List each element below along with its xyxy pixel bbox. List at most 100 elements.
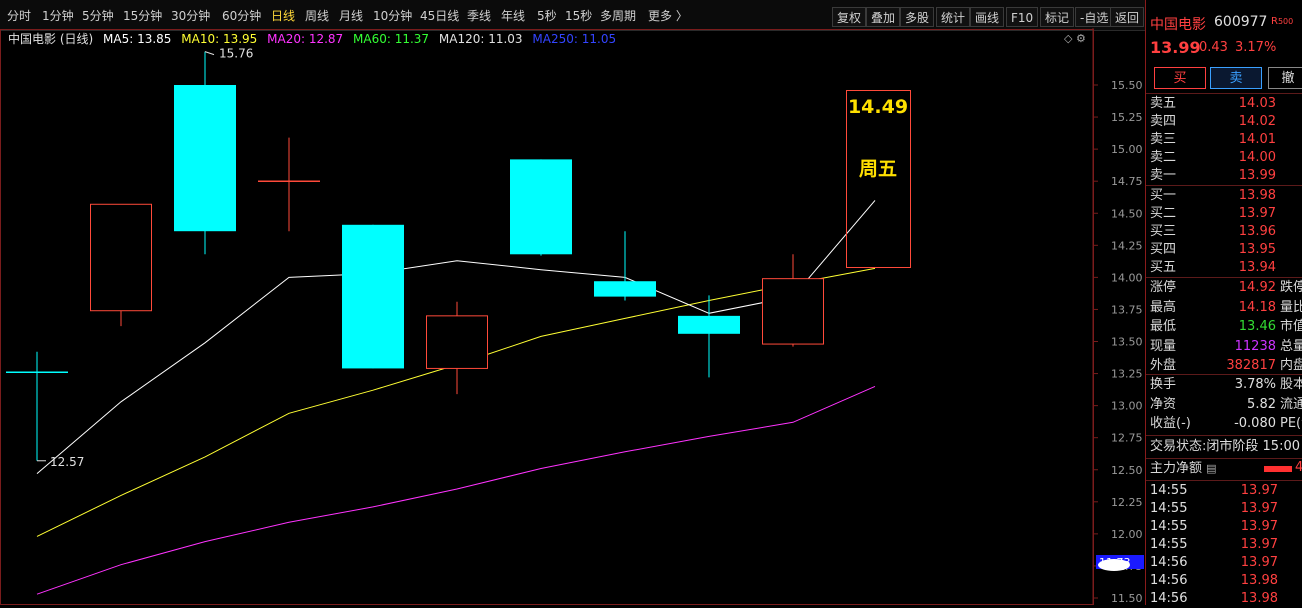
stats-button[interactable]: 统计 (936, 7, 971, 27)
bid-row-0-value: 13.98 (1238, 188, 1276, 203)
price-change-pct: 3.17% (1235, 40, 1277, 55)
candle-body (426, 315, 488, 369)
high-pointer (204, 51, 215, 56)
tab-multi-period[interactable]: 多周期 (600, 9, 636, 23)
stat-row-0-value: 14.92 (1238, 280, 1276, 295)
candle-body (762, 278, 824, 345)
y-tick-label: 13.25 (1111, 368, 1143, 381)
tab-1min[interactable]: 1分钟 (42, 9, 74, 23)
ask-row-1-value: 14.02 (1238, 114, 1276, 129)
bid-row-4-value: 13.94 (1238, 260, 1276, 275)
stat-label2-0: 跌停 (1280, 280, 1302, 295)
stock-name: 中国电影 (1150, 17, 1206, 33)
list-icon: ▤ (1206, 462, 1217, 475)
bid-row-1-value: 13.97 (1238, 206, 1276, 221)
y-tick-label: 14.25 (1111, 239, 1143, 252)
tick-row: 14:56 (1150, 555, 1188, 570)
tab-45day[interactable]: 45日线 (420, 9, 459, 23)
buy-button[interactable]: 买 (1154, 67, 1206, 89)
tick-price: 13.97 (1240, 519, 1278, 534)
sell-button[interactable]: 卖 (1210, 67, 1262, 89)
stat2-row-2-value: -0.080 (1234, 416, 1276, 431)
period-toolbar: 分时 1分钟 5分钟 15分钟 30分钟 60分钟 日线 周线 月线 10分钟 … (0, 0, 1145, 31)
y-tick-label: 12.25 (1111, 496, 1143, 509)
high-label: 15.76 (219, 47, 253, 61)
stat2-row-2: 收益(-) (1150, 416, 1191, 431)
stat-row-0: 涨停 (1150, 280, 1177, 295)
price-change: 0.43 (1199, 40, 1228, 55)
bid-row-0: 买一 (1150, 188, 1177, 203)
tab-daily[interactable]: 日线 (271, 9, 295, 23)
stat2-label2-1: 流通 (1280, 396, 1302, 412)
back-button[interactable]: 返回 (1110, 7, 1145, 27)
candlestick-chart[interactable]: 15.50 15.25 15.00 14.75 14.50 14.25 14.00 13.75… (0, 28, 1145, 605)
remove-watchlist-button[interactable]: -自选 (1075, 7, 1114, 27)
stat2-row-0-value: 3.78% (1234, 377, 1276, 392)
stat2-label2-0: 股本 (1280, 377, 1302, 392)
candle-body (594, 281, 656, 297)
draw-line-button[interactable]: 画线 (970, 7, 1005, 27)
y-tick-label: 14.75 (1111, 175, 1143, 188)
bid-row-1: 买二 (1150, 206, 1177, 221)
ask-row-0: 卖五 (1150, 96, 1177, 111)
stat-row-2: 最低 (1150, 319, 1177, 334)
candle-body (174, 85, 236, 232)
tab-30min[interactable]: 30分钟 (171, 9, 210, 23)
y-tick-label: 11.50 (1111, 592, 1143, 605)
stock-badge: R500 (1271, 16, 1294, 27)
tab-15min[interactable]: 15分钟 (123, 9, 162, 23)
trade-status: 交易状态:闭市阶段 15:00 (1150, 439, 1300, 454)
cancel-order-button[interactable]: 撤 (1268, 67, 1302, 89)
ask-row-0-value: 14.03 (1238, 96, 1276, 111)
quote-panel: 中国电影 600977 R500 13.99 0.43 3.17% 买 卖 撤 … (1145, 0, 1302, 606)
ask-row-4-value: 13.99 (1238, 168, 1276, 183)
tick-row: 14:56 (1150, 573, 1188, 588)
bid-row-2: 买三 (1150, 224, 1177, 239)
y-tick-label: 15.25 (1111, 111, 1143, 124)
tab-monthly[interactable]: 月线 (339, 9, 363, 23)
stat-row-4-value: 382817 (1226, 358, 1276, 373)
tab-5sec[interactable]: 5秒 (537, 9, 557, 23)
stat-row-4: 外盘 (1150, 358, 1177, 373)
multi-stock-button[interactable]: 多股 (900, 7, 935, 27)
tick-price: 13.98 (1240, 573, 1278, 588)
last-price: 13.99 (1150, 38, 1201, 57)
chart-settings-icon[interactable]: ◇ ⚙ (1064, 32, 1086, 45)
bid-row-3: 买四 (1150, 242, 1177, 257)
tab-fenshi[interactable]: 分时 (7, 9, 31, 23)
main-flow-row: 主力净额 ▤ (1150, 461, 1217, 476)
stat-row-3-value: 11238 (1234, 338, 1276, 354)
tab-yearly[interactable]: 年线 (501, 9, 525, 23)
tab-60min[interactable]: 60分钟 (222, 9, 261, 23)
candle-body (510, 159, 572, 255)
ma20-line (36, 385, 876, 595)
tab-5min[interactable]: 5分钟 (82, 9, 114, 23)
stat-row-1: 最高 (1150, 299, 1177, 315)
flow-value: 4 (1295, 460, 1302, 475)
adjust-button[interactable]: 复权 (832, 7, 867, 27)
forecast-value: 14.49 (848, 96, 908, 118)
ask-row-3: 卖二 (1150, 150, 1177, 165)
tick-row: 14:55 (1150, 537, 1188, 552)
stat2-row-0: 换手 (1150, 377, 1177, 392)
forecast-day: 周五 (859, 158, 897, 180)
legend-ma250: MA250: 11.05 (532, 32, 617, 46)
candle-body (342, 224, 404, 369)
tab-more[interactable]: 更多 〉 (648, 9, 688, 23)
tab-quarterly[interactable]: 季线 (467, 9, 491, 23)
f10-button[interactable]: F10 (1006, 7, 1039, 27)
tab-15sec[interactable]: 15秒 (565, 9, 592, 23)
y-tick-label: 14.00 (1111, 271, 1143, 284)
tab-10min[interactable]: 10分钟 (373, 9, 412, 23)
stat-label2-3: 总量 (1280, 338, 1302, 354)
y-tick-label: 12.50 (1111, 464, 1143, 477)
legend-ma120: MA120: 11.03 (438, 32, 523, 46)
tab-weekly[interactable]: 周线 (305, 9, 329, 23)
stat2-row-1-value: 5.82 (1247, 396, 1276, 412)
candle-body (90, 203, 152, 312)
y-tick-label: 14.50 (1111, 207, 1143, 220)
overlay-button[interactable]: 叠加 (866, 7, 901, 27)
bid-row-3-value: 13.95 (1238, 242, 1276, 257)
mark-button[interactable]: 标记 (1040, 7, 1075, 27)
stat2-row-1: 净资 (1150, 396, 1177, 412)
